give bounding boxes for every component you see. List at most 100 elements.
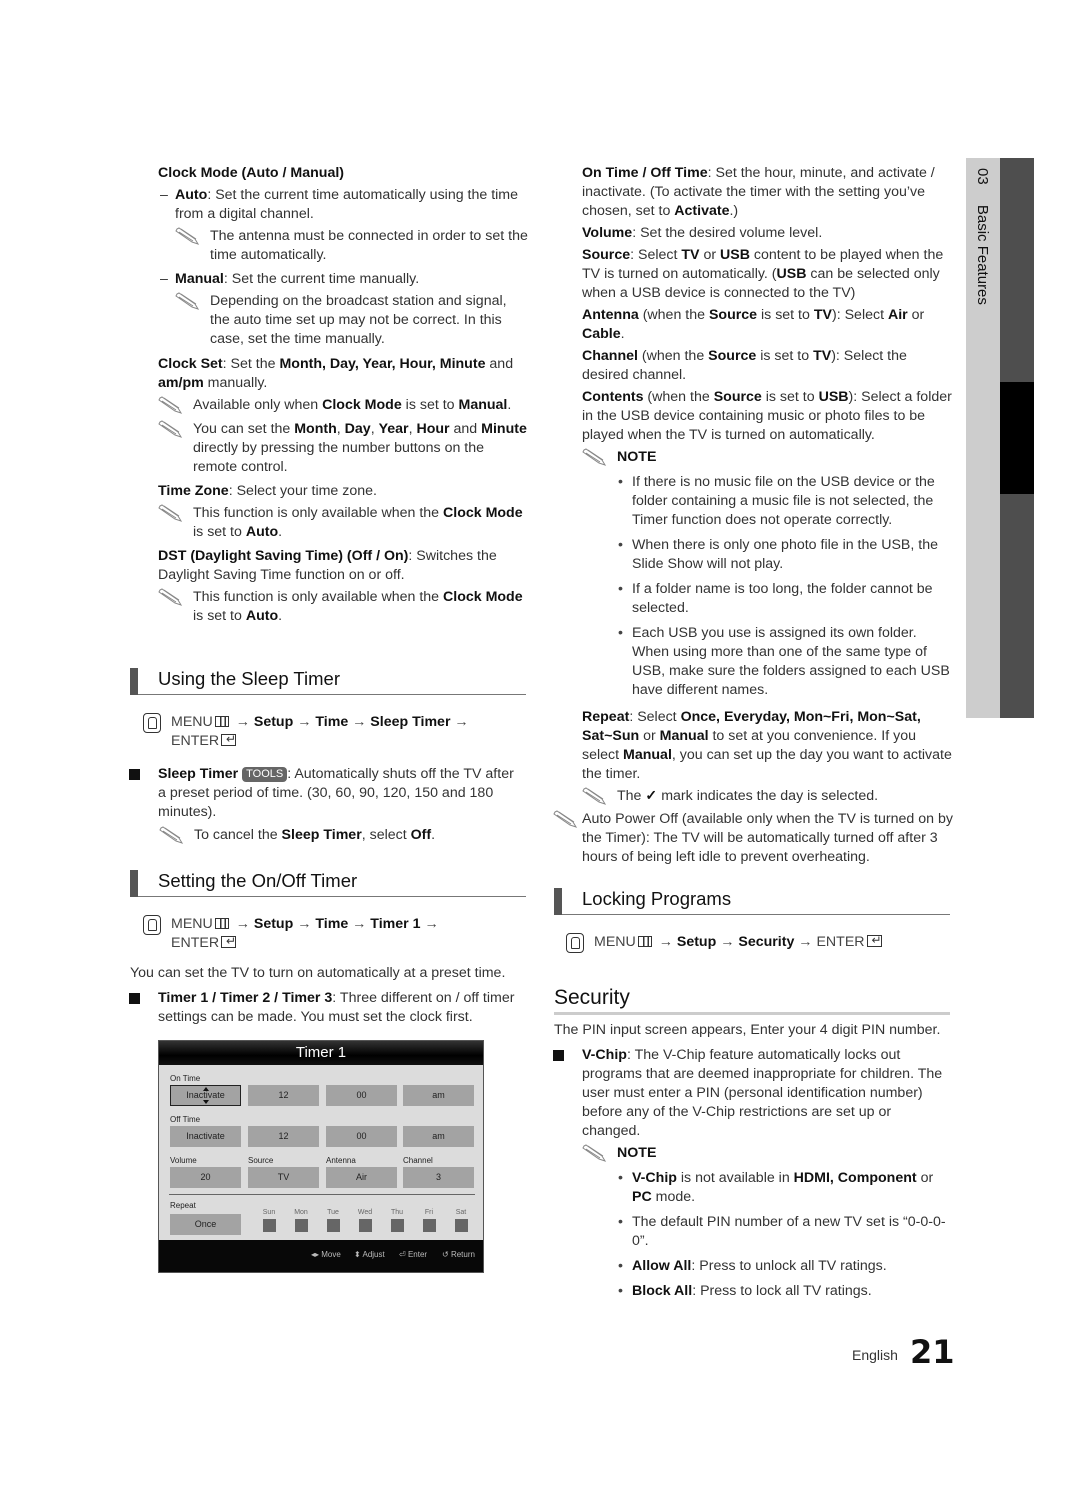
volume-item: Volume: Set the desired volume level. (582, 225, 823, 241)
contents-item: Contents (when the Source is set to USB)… (582, 389, 952, 443)
right-column-timer-settings: On Time / Off Time: Set the hour, minute… (582, 164, 952, 811)
security-intro-text: The PIN input screen appears, Enter your… (554, 1022, 941, 1038)
clock-mode-title: Clock Mode (Auto / Manual) (158, 165, 345, 181)
pencil-note-icon (175, 227, 200, 245)
locking-menu-path: MENU → Setup → Security → ENTER (566, 931, 944, 953)
chapter-label: 03 Basic Features (973, 168, 992, 305)
osd-off-time-activation[interactable]: Inactivate (170, 1126, 241, 1147)
osd-channel-value[interactable]: 3 (403, 1167, 474, 1188)
usb-note-list: If there is no music file on the USB dev… (618, 473, 952, 700)
osd-day-checkbox-fri[interactable] (423, 1219, 436, 1232)
check-mark-note: The ✓ mark indicates the day is selected… (582, 787, 952, 806)
vchip-note-heading: NOTE (582, 1144, 952, 1163)
auto-item: Auto: Set the current time automatically… (158, 186, 528, 224)
clock-set-item: Clock Set: Set the Month, Day, Year, Hou… (158, 356, 514, 391)
clock-set-note-buttons: You can set the Month, Day, Year, Hour a… (158, 420, 528, 477)
osd-on-time-activation[interactable]: Inactivate (170, 1085, 241, 1106)
section-heading-onoff-timer: Setting the On/Off Timer (130, 870, 526, 897)
note-bullet: If a folder name is too long, the folder… (618, 580, 952, 618)
pencil-note-icon (553, 810, 578, 828)
osd-day-checkbox-wed[interactable] (359, 1219, 372, 1232)
osd-off-time-minute[interactable]: 00 (326, 1126, 397, 1147)
heading-text: Locking Programs (582, 888, 732, 909)
osd-source-value[interactable]: TV (248, 1167, 319, 1188)
arrow-down-icon (202, 1100, 209, 1104)
hand-pointer-icon (143, 915, 161, 935)
channel-item: Channel (when the Source is set to TV): … (582, 348, 907, 383)
osd-off-time-ampm[interactable]: am (403, 1126, 474, 1147)
osd-day-checkbox-sun[interactable] (263, 1219, 276, 1232)
osd-antenna-value[interactable]: Air (326, 1167, 397, 1188)
heading-text: Using the Sleep Timer (158, 668, 341, 689)
menu-icon (637, 936, 652, 947)
left-right-arrows-icon: ◂▸ (311, 1250, 320, 1259)
auto-power-off-note: Auto Power Off (available only when the … (553, 810, 953, 867)
square-bullet-icon (129, 769, 140, 780)
note-bullet: If there is no music file on the USB dev… (618, 473, 952, 530)
osd-day-checkbox-mon[interactable] (295, 1219, 308, 1232)
osd-volume-value[interactable]: 20 (170, 1167, 241, 1188)
chapter-number: 03 (974, 168, 991, 185)
osd-off-time-hour[interactable]: 12 (248, 1126, 319, 1147)
note-bullet: Block All: Press to lock all TV ratings. (618, 1282, 952, 1301)
up-down-arrows-icon: ⬍ (354, 1250, 361, 1259)
osd-day-label: Tue (327, 1209, 339, 1216)
heading-bar (130, 870, 138, 897)
section-heading-sleep-timer: Using the Sleep Timer (130, 668, 526, 695)
vchip-item: V-Chip: The V-Chip feature automatically… (553, 1046, 952, 1141)
osd-day-label: Thu (390, 1209, 404, 1216)
source-item: Source: Select TV or USB content to be p… (582, 247, 944, 301)
osd-footer-return: ↺ Return (442, 1250, 475, 1259)
hand-pointer-icon (566, 933, 584, 953)
sleep-timer-body: Sleep Timer TOOLS: Automatically shuts o… (129, 765, 523, 850)
osd-title: Timer 1 (159, 1041, 483, 1065)
arrow-up-icon (202, 1087, 209, 1091)
osd-on-time-minute[interactable]: 00 (326, 1085, 397, 1106)
osd-day-label: Mon (294, 1209, 308, 1216)
chapter-title: Basic Features (974, 204, 991, 305)
timer-123-item: Timer 1 / Timer 2 / Timer 3: Three diffe… (129, 989, 528, 1027)
chapter-tab-current-marker (1000, 382, 1034, 494)
section-heading-locking-programs: Locking Programs (554, 888, 950, 915)
osd-repeat-value[interactable]: Once (170, 1214, 241, 1235)
osd-footer-move: ◂▸ Move (311, 1250, 341, 1259)
osd-source-label: Source (248, 1156, 274, 1165)
usb-note-heading: NOTE (582, 448, 952, 467)
security-intro: The PIN input screen appears, Enter your… (554, 1021, 954, 1043)
osd-day-label: Wed (357, 1209, 373, 1216)
security-body: V-Chip: The V-Chip feature automatically… (553, 1046, 952, 1307)
pencil-note-icon (175, 292, 200, 310)
heading-bar (554, 888, 562, 915)
osd-antenna-label: Antenna (326, 1156, 356, 1165)
time-zone-note: This function is only available when the… (158, 504, 528, 542)
note-bullet: When there is only one photo file in the… (618, 536, 952, 574)
pencil-note-icon (158, 420, 183, 438)
osd-footer-enter: ⏎ Enter (399, 1250, 428, 1259)
osd-day-checkbox-sat[interactable] (455, 1219, 468, 1232)
menu-icon (214, 716, 229, 727)
enter-icon (221, 730, 237, 749)
sleep-timer-note: To cancel the Sleep Timer, select Off. (159, 826, 523, 845)
osd-on-time-ampm[interactable]: am (403, 1085, 474, 1106)
pencil-note-icon (582, 787, 607, 805)
osd-day-checkbox-tue[interactable] (327, 1219, 340, 1232)
osd-day-checkbox-thu[interactable] (391, 1219, 404, 1232)
tools-button-badge: TOOLS (242, 767, 288, 782)
osd-footer: ◂▸ Move ⬍ Adjust ⏎ Enter ↺ Return (159, 1240, 483, 1272)
dst-note: This function is only available when the… (158, 588, 528, 626)
hand-pointer-icon (143, 713, 161, 733)
pencil-note-icon (158, 588, 183, 606)
left-column-clock: Clock Mode (Auto / Manual) Auto: Set the… (158, 164, 528, 631)
osd-volume-label: Volume (170, 1156, 197, 1165)
pencil-note-icon (158, 504, 183, 522)
security-heading: Security (554, 985, 950, 1015)
antenna-item: Antenna (when the Source is set to TV): … (582, 307, 925, 342)
osd-day-label: Fri (424, 1209, 434, 1216)
osd-footer-adjust: ⬍ Adjust (354, 1250, 385, 1259)
onoff-timer-menu-path: MENU → Setup → Time → Timer 1 → ENTER (143, 915, 511, 953)
osd-on-time-hour[interactable]: 12 (248, 1085, 319, 1106)
osd-day-label: Sun (262, 1209, 276, 1216)
check-mark-icon: ✓ (645, 788, 658, 804)
note-bullet: The default PIN number of a new TV set i… (618, 1213, 952, 1251)
pencil-note-icon (582, 1144, 607, 1162)
